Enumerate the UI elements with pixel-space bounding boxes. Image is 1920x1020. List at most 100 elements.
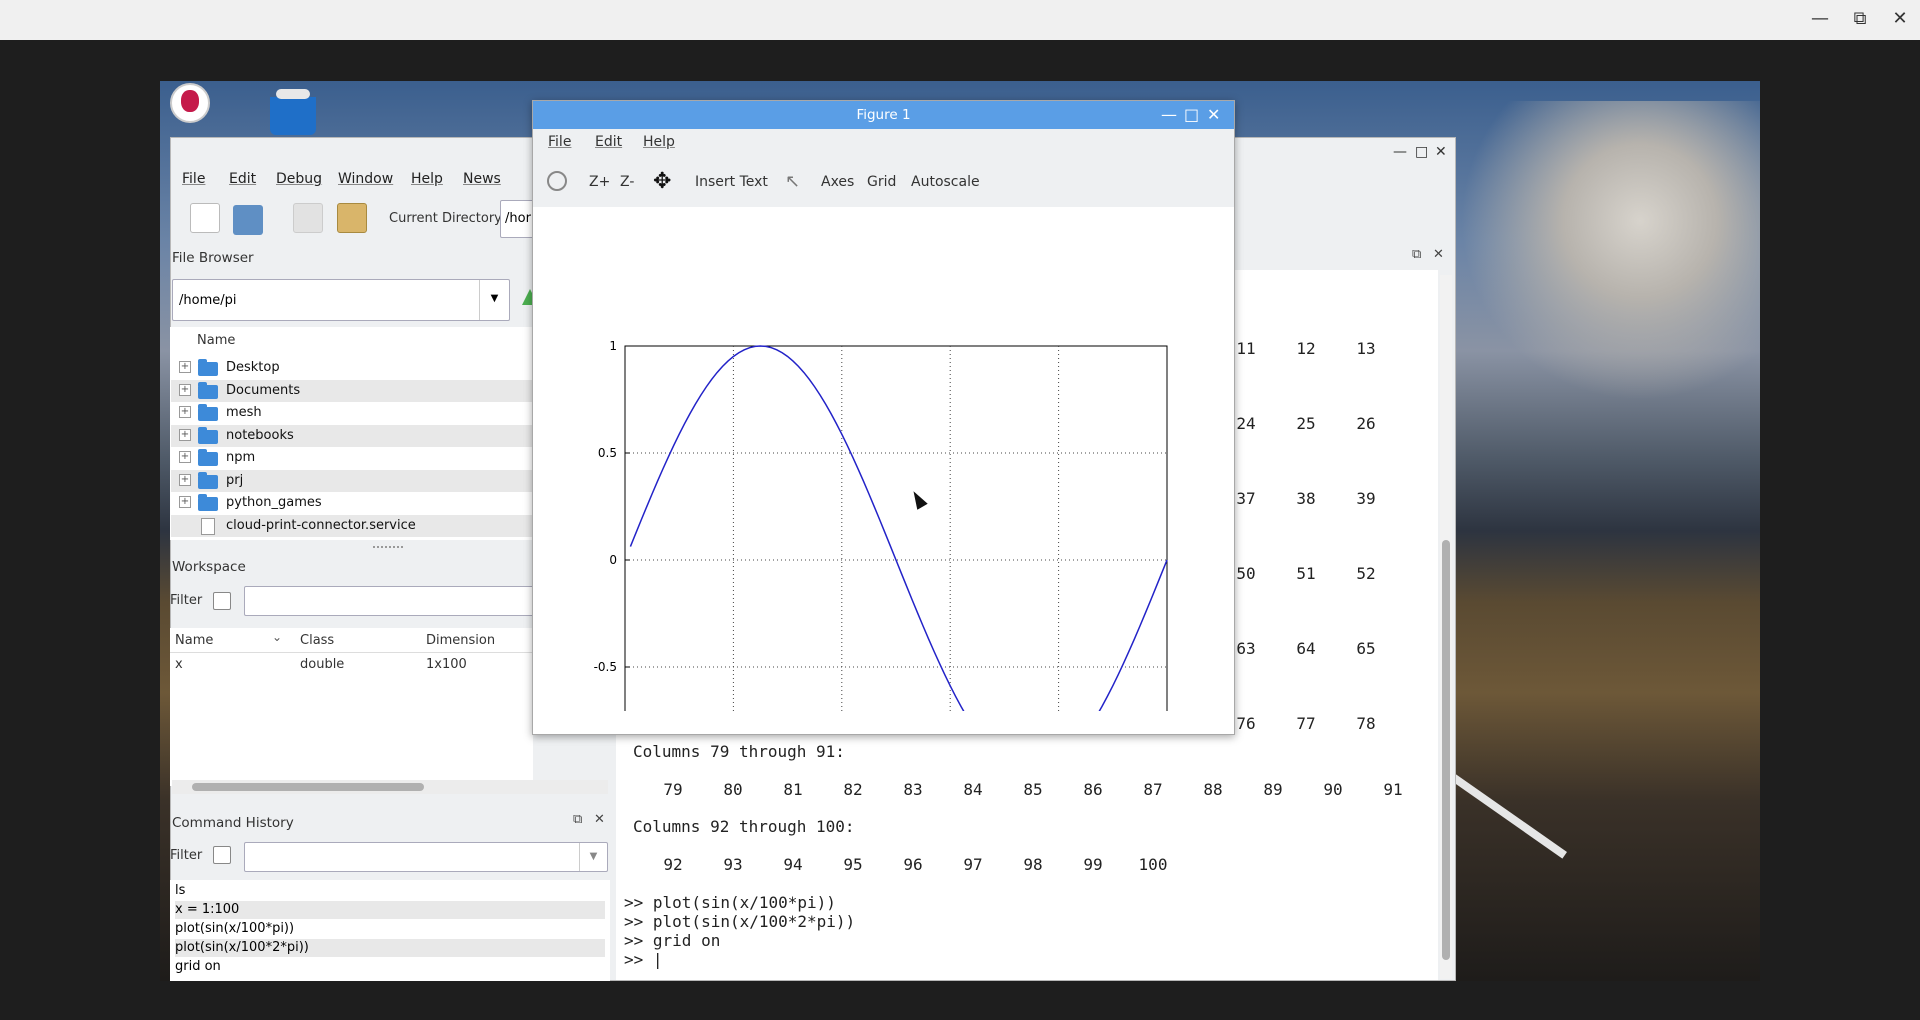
ws-header-name[interactable]: Name xyxy=(175,633,213,648)
workspace-hscrollbar[interactable] xyxy=(172,780,608,794)
file-list-item[interactable]: + prj xyxy=(171,469,534,492)
console-number: 90 xyxy=(1323,780,1343,799)
workspace-filter-checkbox[interactable] xyxy=(213,592,231,610)
console-number: 95 xyxy=(843,855,863,874)
axes-button[interactable]: Axes xyxy=(821,174,854,190)
console-number: 78 xyxy=(1356,714,1376,733)
host-minimize-button[interactable]: — xyxy=(1805,8,1835,29)
path-value: /home/pi xyxy=(179,293,237,308)
workspace-filter-input[interactable] xyxy=(244,586,534,616)
host-restore-button[interactable]: ⧉ xyxy=(1845,8,1875,29)
zoom-out-button[interactable]: Z- xyxy=(620,174,634,190)
figure-menu-file[interactable]: File xyxy=(548,134,571,150)
chevron-down-icon[interactable]: ▼ xyxy=(479,280,509,320)
host-close-button[interactable]: ✕ xyxy=(1885,8,1915,29)
file-list-item[interactable]: + Desktop xyxy=(171,357,534,379)
console-number: 97 xyxy=(963,855,983,874)
figure-window: Figure 1 — □ ✕ File Edit Help Z+ Z- ✥ In… xyxy=(532,100,1235,735)
history-item[interactable]: plot(sin(x/100*2*pi)) xyxy=(175,939,605,957)
zoom-in-button[interactable]: Z+ xyxy=(589,174,610,190)
name-column-header[interactable]: Name xyxy=(197,333,235,348)
history-item[interactable]: grid on xyxy=(175,958,605,976)
expand-icon[interactable]: + xyxy=(179,496,191,508)
file-list-item[interactable]: cloud-print-connector.service xyxy=(171,514,534,537)
console-scroll-thumb[interactable] xyxy=(1442,540,1450,960)
console-number: 89 xyxy=(1263,780,1283,799)
console-prompt[interactable]: >> | xyxy=(624,950,663,969)
expand-icon[interactable]: + xyxy=(179,473,191,486)
history-item[interactable]: plot(sin(x/100*pi)) xyxy=(175,920,605,938)
history-close-icon[interactable]: ✕ xyxy=(594,812,605,827)
file-name: python_games xyxy=(226,495,322,510)
history-filter-combobox[interactable]: ▼ xyxy=(244,842,608,872)
insert-text-button[interactable]: Insert Text xyxy=(695,174,768,190)
current-directory-input[interactable]: /hor xyxy=(500,200,534,238)
command-window-close-icon[interactable]: ✕ xyxy=(1433,247,1444,262)
expand-icon[interactable]: + xyxy=(179,383,191,396)
history-item[interactable]: ls xyxy=(175,882,605,900)
file-list-item[interactable]: + Documents xyxy=(171,379,534,402)
console-number: 94 xyxy=(783,855,803,874)
workspace-title: Workspace xyxy=(172,559,246,575)
autoscale-button[interactable]: Autoscale xyxy=(911,174,980,190)
menu-debug[interactable]: Debug xyxy=(276,171,322,187)
workspace-hscroll-thumb[interactable] xyxy=(192,783,424,791)
ws-header-class[interactable]: Class xyxy=(300,633,334,648)
history-item[interactable]: x = 1:100 xyxy=(175,901,605,919)
undock-icon[interactable]: ⧉ xyxy=(573,812,582,827)
ws-row-name[interactable]: x xyxy=(175,657,183,672)
plot-canvas[interactable]: 02040608010010.50-0.5-1 xyxy=(533,211,1234,711)
console-number: 99 xyxy=(1083,855,1103,874)
ws-row-class[interactable]: double xyxy=(300,657,344,672)
new-script-icon[interactable] xyxy=(190,203,220,233)
octave-close-button[interactable]: ✕ xyxy=(1435,144,1447,160)
expand-icon[interactable]: + xyxy=(179,361,191,373)
figure-maximize-button[interactable]: □ xyxy=(1184,101,1199,129)
copy-icon[interactable] xyxy=(293,203,323,233)
console-number: 77 xyxy=(1296,714,1316,733)
console-number: 91 xyxy=(1383,780,1403,799)
menu-window[interactable]: Window xyxy=(338,171,393,187)
trash-icon[interactable] xyxy=(270,89,316,135)
octave-maximize-button[interactable]: □ xyxy=(1415,144,1428,160)
figure-close-button[interactable]: ✕ xyxy=(1207,101,1220,129)
ws-row-dimension[interactable]: 1x100 xyxy=(426,657,467,672)
command-window-undock-icon[interactable]: ⧉ xyxy=(1412,247,1421,262)
file-name: prj xyxy=(226,472,244,488)
figure-minimize-button[interactable]: — xyxy=(1161,101,1177,129)
folder-icon xyxy=(198,494,218,511)
file-list-item[interactable]: + npm xyxy=(171,447,534,469)
paste-icon[interactable] xyxy=(337,203,367,233)
console-number: 80 xyxy=(723,780,743,799)
folder-icon xyxy=(198,404,218,421)
columns-79-label: Columns 79 through 91: xyxy=(633,742,845,761)
file-list-item[interactable]: + notebooks xyxy=(171,424,534,447)
file-name: Desktop xyxy=(226,360,280,375)
file-name: npm xyxy=(226,450,256,465)
file-list-item[interactable]: + python_games xyxy=(171,492,534,514)
figure-titlebar[interactable]: Figure 1 — □ ✕ xyxy=(533,101,1234,129)
rotate-icon[interactable] xyxy=(547,171,567,191)
pan-icon[interactable]: ✥ xyxy=(653,169,671,194)
menu-news[interactable]: News xyxy=(463,171,501,187)
history-chevron-down-icon[interactable]: ▼ xyxy=(579,843,607,871)
columns-92-label: Columns 92 through 100: xyxy=(633,817,855,836)
file-list-item[interactable]: + mesh xyxy=(171,402,534,424)
splitter-handle[interactable] xyxy=(373,546,403,549)
expand-icon[interactable]: + xyxy=(179,406,191,418)
menu-edit[interactable]: Edit xyxy=(229,171,256,187)
ws-header-dimension[interactable]: Dimension xyxy=(426,633,495,648)
menu-file[interactable]: File xyxy=(182,171,205,187)
figure-menu-help[interactable]: Help xyxy=(643,134,675,150)
raspberry-logo-icon[interactable] xyxy=(170,83,210,123)
path-combobox[interactable]: /home/pi ▼ xyxy=(172,279,510,321)
figure-menu-edit[interactable]: Edit xyxy=(595,134,622,150)
menu-help[interactable]: Help xyxy=(411,171,443,187)
history-filter-checkbox[interactable] xyxy=(213,846,231,864)
grid-button[interactable]: Grid xyxy=(867,174,896,190)
open-folder-icon[interactable] xyxy=(233,205,263,235)
select-pointer-icon[interactable]: ↖ xyxy=(785,171,800,192)
expand-icon[interactable]: + xyxy=(179,428,191,441)
octave-minimize-button[interactable]: — xyxy=(1393,144,1407,160)
expand-icon[interactable]: + xyxy=(179,451,191,463)
